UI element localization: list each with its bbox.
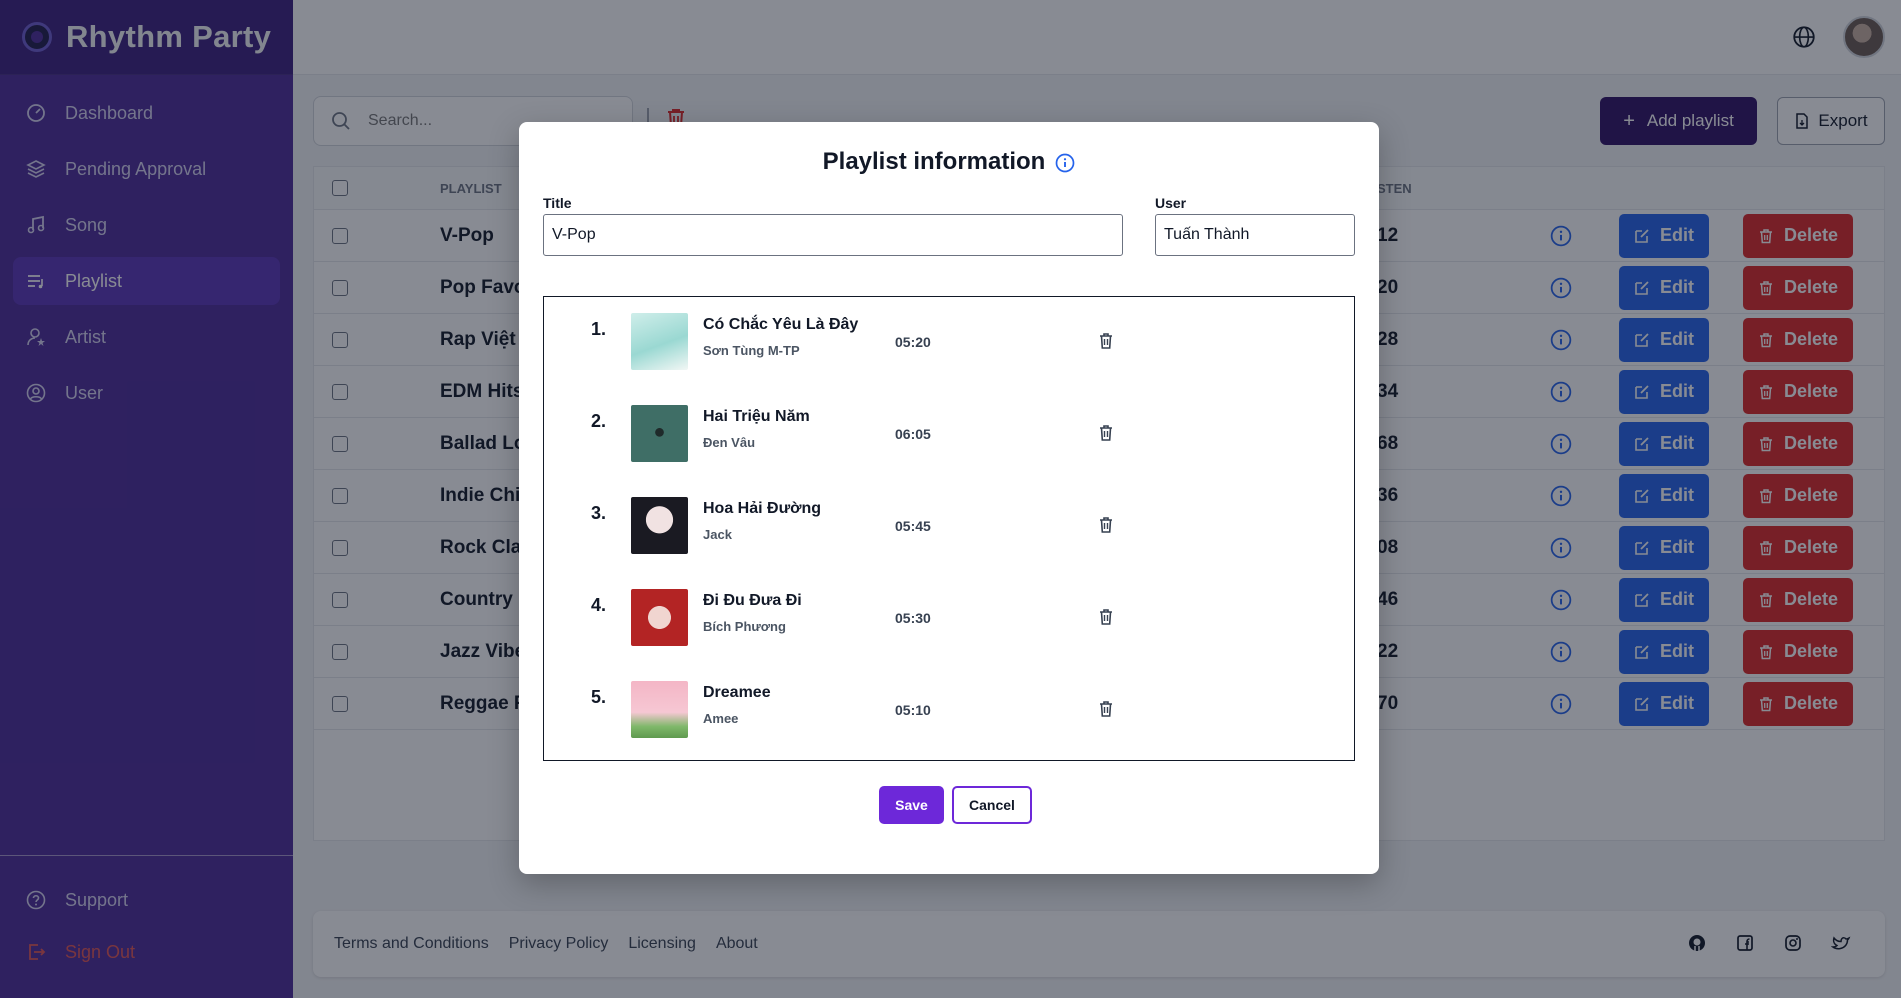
song-number: 3. [591, 503, 607, 523]
list-item: 1. Có Chắc Yêu Là Đây Sơn Tùng M-TP 05:2… [544, 297, 1354, 389]
trash-icon[interactable] [1096, 331, 1116, 351]
trash-icon[interactable] [1096, 423, 1116, 443]
song-title: Dreamee [703, 684, 771, 701]
song-number: 2. [591, 411, 607, 431]
song-list: 1. Có Chắc Yêu Là Đây Sơn Tùng M-TP 05:2… [543, 296, 1355, 761]
song-artist: Jack [703, 527, 732, 542]
cancel-button[interactable]: Cancel [952, 786, 1032, 824]
list-item: 4. Đi Đu Đưa Đi Bích Phương 05:30 [544, 573, 1354, 665]
song-number: 4. [591, 595, 607, 615]
list-item: 2. Hai Triệu Năm Đen Vâu 06:05 [544, 389, 1354, 481]
song-title: Hai Triệu Năm [703, 408, 810, 425]
trash-icon[interactable] [1096, 515, 1116, 535]
song-cover-image [631, 313, 688, 370]
trash-icon[interactable] [1096, 699, 1116, 719]
modal-title-text: Playlist information [822, 148, 1046, 175]
song-title: Hoa Hải Đường [703, 500, 822, 517]
song-number: 1. [591, 319, 607, 339]
song-title: Có Chắc Yêu Là Đây [703, 316, 859, 333]
song-artist: Amee [703, 711, 739, 726]
info-icon [1055, 152, 1075, 173]
song-duration: 06:05 [895, 426, 931, 442]
list-item: 3. Hoa Hải Đường Jack 05:45 [544, 481, 1354, 573]
list-item: 5. Dreamee Amee 05:10 [544, 665, 1354, 757]
song-number: 5. [591, 687, 607, 707]
trash-icon[interactable] [1096, 607, 1116, 627]
song-cover-image [631, 681, 688, 738]
title-field-label: Title [543, 195, 572, 211]
song-duration: 05:30 [895, 610, 931, 626]
song-cover-image [631, 405, 688, 462]
user-field-label: User [1155, 195, 1187, 211]
song-artist: Đen Vâu [703, 435, 756, 450]
song-artist: Bích Phương [703, 619, 786, 634]
title-field[interactable] [543, 214, 1123, 256]
playlist-info-modal: Playlist information Title User 1. Có Ch… [519, 122, 1379, 874]
song-artist: Sơn Tùng M-TP [703, 343, 800, 358]
song-cover-image [631, 497, 688, 554]
save-button[interactable]: Save [879, 786, 944, 824]
song-duration: 05:20 [895, 334, 931, 350]
song-duration: 05:45 [895, 518, 931, 534]
user-field[interactable] [1155, 214, 1355, 256]
song-title: Đi Đu Đưa Đi [703, 592, 802, 609]
modal-title: Playlist information [519, 148, 1379, 176]
song-cover-image [631, 589, 688, 646]
song-duration: 05:10 [895, 702, 931, 718]
